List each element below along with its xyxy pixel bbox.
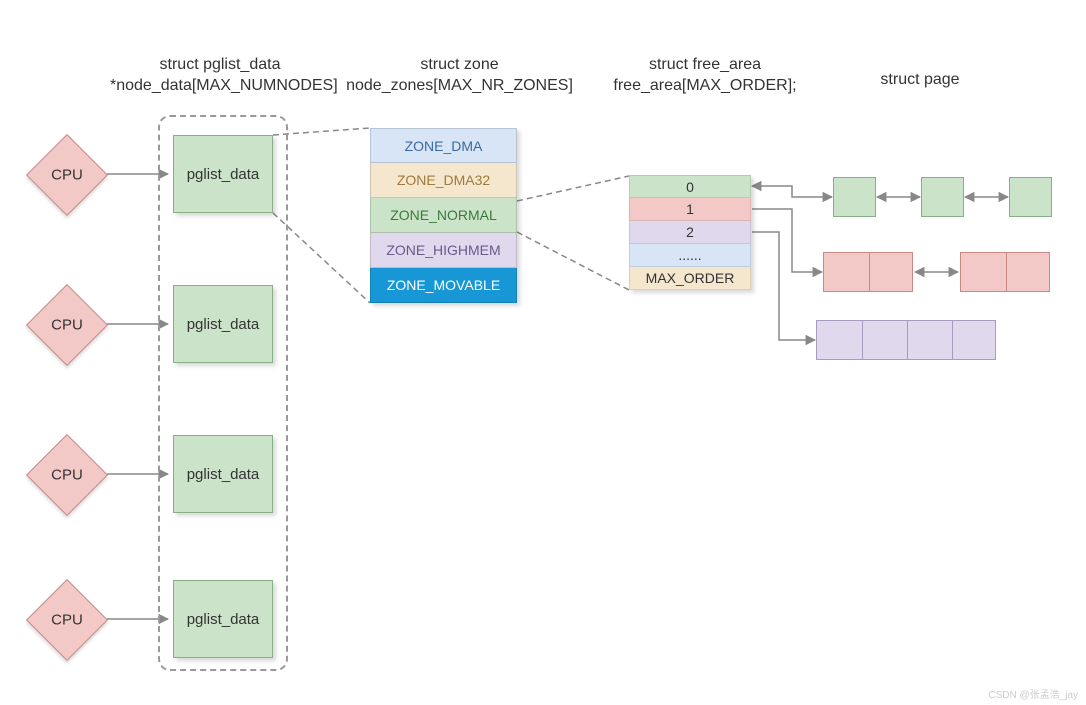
freearea-max: MAX_ORDER [629,267,751,290]
page-purple-quad [816,320,996,360]
page-green [1009,177,1052,217]
page-red-pair [960,252,1050,292]
pglist-box: pglist_data [173,435,273,513]
header-pglist: struct pglist_data *node_data[MAX_NUMNOD… [110,55,330,97]
zone-stack: ZONE_DMA ZONE_DMA32 ZONE_NORMAL ZONE_HIG… [370,128,517,303]
zone-dma32: ZONE_DMA32 [370,163,517,198]
cpu-label: CPU [51,317,83,334]
header-zone: struct zone node_zones[MAX_NR_ZONES] [337,55,582,97]
page-green [833,177,876,217]
cpu-label: CPU [51,167,83,184]
watermark: CSDN @张孟浩_jay [988,686,1078,701]
pglist-box: pglist_data [173,580,273,658]
cpu-diamond: CPU [26,579,108,661]
cpu-label: CPU [51,467,83,484]
zone-highmem: ZONE_HIGHMEM [370,233,517,268]
cpu-label: CPU [51,612,83,629]
pglist-label: pglist_data [187,611,260,628]
pglist-label: pglist_data [187,316,260,333]
page-green [921,177,964,217]
pglist-box: pglist_data [173,285,273,363]
header-freearea: struct free_area free_area[MAX_ORDER]; [600,55,810,97]
header-page: struct page [855,70,985,91]
cpu-diamond: CPU [26,134,108,216]
freearea-stack: 0 1 2 ...... MAX_ORDER [629,175,751,290]
pglist-label: pglist_data [187,466,260,483]
zone-normal: ZONE_NORMAL [370,198,517,233]
freearea-0: 0 [629,175,751,198]
freearea-dots: ...... [629,244,751,267]
pglist-box: pglist_data [173,135,273,213]
pglist-label: pglist_data [187,166,260,183]
zone-movable: ZONE_MOVABLE [370,268,517,303]
freearea-1: 1 [629,198,751,221]
cpu-diamond: CPU [26,434,108,516]
zone-dma: ZONE_DMA [370,128,517,163]
page-red-pair [823,252,913,292]
cpu-diamond: CPU [26,284,108,366]
freearea-2: 2 [629,221,751,244]
